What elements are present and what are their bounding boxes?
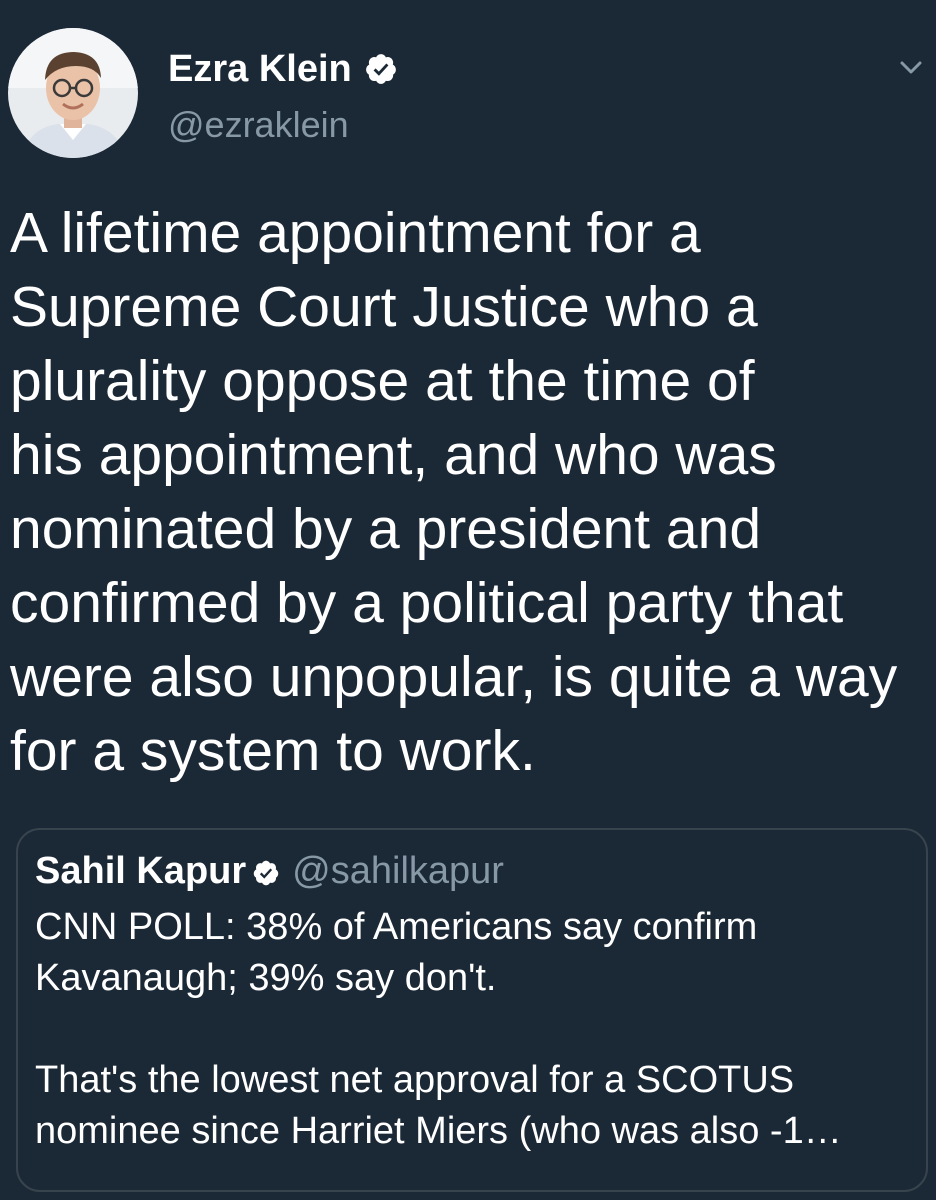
quoted-tweet-header: Sahil Kapur @sahilkapur (35, 848, 504, 898)
author-handle[interactable]: @ezraklein (168, 104, 349, 146)
quoted-author-handle: @sahilkapur (292, 850, 504, 892)
chevron-down-icon[interactable] (895, 52, 927, 84)
author-name-text: Ezra Klein (168, 48, 352, 90)
verified-badge-icon (252, 852, 280, 898)
avatar[interactable] (8, 28, 138, 158)
author-display-name[interactable]: Ezra Klein (168, 46, 398, 97)
verified-badge-icon (364, 51, 398, 97)
quoted-tweet-text: CNN POLL: 38% of Americans say confirm K… (35, 906, 842, 1152)
quoted-tweet-card[interactable]: Sahil Kapur @sahilkapur CNN POLL: 38% of … (16, 828, 928, 1192)
avatar-photo (8, 28, 138, 158)
quoted-author-name: Sahil Kapur (35, 850, 247, 892)
tweet-text: A lifetime appointment for a Supreme Cou… (10, 201, 898, 783)
